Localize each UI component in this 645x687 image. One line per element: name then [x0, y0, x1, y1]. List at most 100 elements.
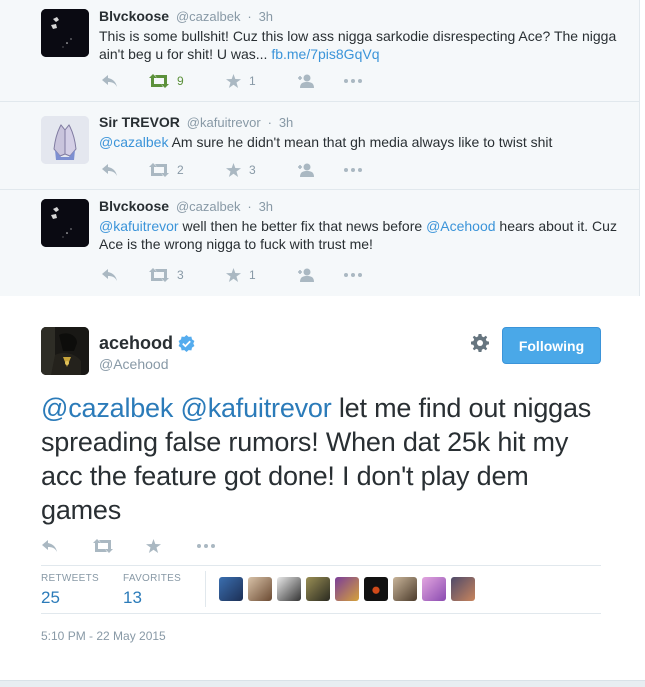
- following-button[interactable]: Following: [502, 327, 601, 364]
- mention-link[interactable]: @kafuitrevor: [99, 218, 179, 234]
- tweet-text: @cazalbek Am sure he didn't mean that gh…: [99, 133, 620, 151]
- more-button[interactable]: [196, 543, 216, 549]
- tweet-header: Sir TREVOR @kafuitrevor · 3h: [99, 113, 620, 132]
- display-name[interactable]: acehood: [99, 333, 195, 354]
- avatar[interactable]: [41, 199, 89, 247]
- display-name[interactable]: Blvckoose: [99, 8, 169, 24]
- tweet-header: Blvckoose @cazalbek · 3h: [99, 197, 620, 216]
- more-dots-icon: [344, 79, 362, 83]
- reply-button[interactable]: [101, 163, 149, 177]
- reply-content: Sir TREVOR @kafuitrevor · 3h @cazalbek A…: [99, 113, 620, 151]
- star-icon: [226, 267, 241, 282]
- reply-tweet[interactable]: Blvckoose @cazalbek · 3h This is some bu…: [0, 0, 640, 102]
- add-user-icon: [298, 268, 314, 282]
- avatar[interactable]: [451, 577, 475, 601]
- more-button[interactable]: [343, 78, 363, 84]
- favorite-count: 3: [249, 163, 256, 177]
- display-name[interactable]: Sir TREVOR: [99, 114, 180, 130]
- add-user-icon: [298, 163, 314, 177]
- reply-content: Blvckoose @cazalbek · 3h This is some bu…: [99, 7, 620, 63]
- divider: [41, 613, 601, 614]
- add-user-icon: [298, 74, 314, 88]
- avatar[interactable]: [41, 116, 89, 164]
- favorite-button[interactable]: 3: [226, 162, 297, 178]
- retweet-count: 9: [177, 74, 184, 88]
- tweet-time[interactable]: 3h: [279, 115, 293, 130]
- more-dots-icon: [197, 544, 215, 548]
- mention-link[interactable]: @cazalbek: [99, 134, 168, 150]
- avatar[interactable]: [306, 577, 330, 601]
- star-icon: [226, 73, 241, 88]
- avatar[interactable]: [41, 327, 89, 375]
- tweet-time[interactable]: 3h: [259, 199, 273, 214]
- favorite-button[interactable]: [146, 538, 196, 554]
- tweet-time[interactable]: 3h: [259, 9, 273, 24]
- reply-button[interactable]: [101, 74, 149, 88]
- avatar[interactable]: [335, 577, 359, 601]
- favorite-button[interactable]: 1: [226, 73, 297, 89]
- retweet-button[interactable]: [93, 539, 146, 553]
- mention-link[interactable]: @kafuitrevor: [180, 393, 331, 423]
- tweet-timestamp[interactable]: 5:10 PM - 22 May 2015: [41, 629, 166, 643]
- more-button[interactable]: [343, 272, 363, 278]
- reply-content: Blvckoose @cazalbek · 3h @kafuitrevor we…: [99, 197, 620, 253]
- avatar[interactable]: [41, 9, 89, 57]
- retweet-count: 2: [177, 163, 184, 177]
- retweet-icon: [149, 74, 169, 88]
- more-button[interactable]: [343, 167, 363, 173]
- separator: ·: [247, 9, 252, 24]
- user-handle[interactable]: @cazalbek: [176, 9, 241, 24]
- page-footer-strip: [0, 680, 645, 687]
- reply-button[interactable]: [101, 268, 149, 282]
- reply-button[interactable]: [41, 539, 93, 553]
- user-handle[interactable]: @Acehood: [99, 356, 168, 372]
- display-name[interactable]: Blvckoose: [99, 198, 169, 214]
- follow-from-tweet-button[interactable]: [297, 74, 343, 88]
- avatar[interactable]: [422, 577, 446, 601]
- reply-tweet[interactable]: Sir TREVOR @kafuitrevor · 3h @cazalbek A…: [0, 102, 640, 190]
- user-handle[interactable]: @kafuitrevor: [187, 115, 261, 130]
- gear-icon[interactable]: [470, 333, 490, 353]
- avatar[interactable]: [219, 577, 243, 601]
- conversation-thread: Blvckoose @cazalbek · 3h This is some bu…: [0, 0, 640, 296]
- tweet-actions: 9 1: [101, 71, 363, 91]
- star-icon: [226, 162, 241, 177]
- reply-icon: [102, 75, 117, 87]
- favorites-count: 13: [123, 588, 142, 607]
- retweet-button[interactable]: 9: [149, 74, 226, 88]
- star-icon: [146, 538, 161, 553]
- avatar[interactable]: [248, 577, 272, 601]
- mention-link[interactable]: @Acehood: [426, 218, 495, 234]
- retweets-stat[interactable]: RETWEETS 25: [41, 573, 99, 608]
- tweet-text-body: Am sure he didn't mean that gh media alw…: [168, 134, 553, 150]
- tweet-text: @cazalbek @kafuitrevor let me find out n…: [41, 391, 611, 527]
- tweet-link[interactable]: fb.me/7pis8GqVq: [271, 46, 379, 62]
- more-dots-icon: [344, 168, 362, 172]
- tweet-text-body: well then he better fix that news before: [178, 218, 427, 234]
- favorites-stat[interactable]: FAVORITES 13: [123, 573, 181, 608]
- retweet-button[interactable]: 3: [149, 268, 226, 282]
- retweet-count: 3: [177, 268, 184, 282]
- retweet-button[interactable]: 2: [149, 163, 226, 177]
- reply-icon: [102, 269, 117, 281]
- avatar[interactable]: [393, 577, 417, 601]
- reply-icon: [102, 164, 117, 176]
- separator: ·: [247, 199, 252, 214]
- separator: ·: [267, 115, 272, 130]
- favorite-button[interactable]: 1: [226, 267, 297, 283]
- follow-from-tweet-button[interactable]: [297, 163, 343, 177]
- reply-tweet[interactable]: Blvckoose @cazalbek · 3h @kafuitrevor we…: [0, 190, 640, 296]
- mention-link[interactable]: @cazalbek: [41, 393, 173, 423]
- retweets-count: 25: [41, 588, 60, 607]
- retweet-icon: [93, 539, 113, 553]
- retweet-icon: [149, 268, 169, 282]
- tweet-actions: 3 1: [101, 265, 363, 285]
- user-handle[interactable]: @cazalbek: [176, 199, 241, 214]
- verified-badge-icon: [178, 335, 195, 352]
- favorite-count: 1: [249, 74, 256, 88]
- avatar[interactable]: [277, 577, 301, 601]
- follow-from-tweet-button[interactable]: [297, 268, 343, 282]
- tweet-actions: [41, 536, 216, 556]
- tweet-actions: 2 3: [101, 160, 363, 180]
- avatar[interactable]: [364, 577, 388, 601]
